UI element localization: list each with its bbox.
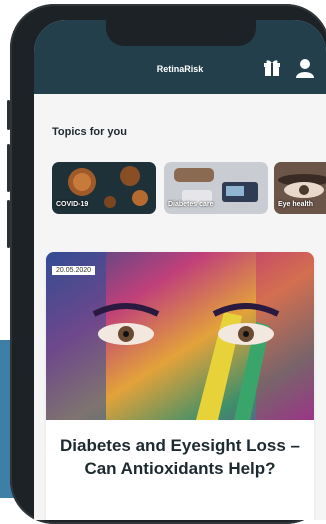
phone-side-button xyxy=(7,144,10,192)
gift-icon[interactable] xyxy=(262,58,282,78)
article-card[interactable]: 20.05.2020 Diabetes and Eyesight Loss – … xyxy=(46,252,314,520)
topic-label: Eye health xyxy=(278,201,314,208)
article-title[interactable]: Diabetes and Eyesight Loss – Can Antioxi… xyxy=(56,434,304,480)
phone-side-button xyxy=(7,200,10,248)
topics-heading: Topics for you xyxy=(52,126,127,138)
topic-card-eye-health[interactable]: Eye health xyxy=(274,162,326,214)
phone-side-button xyxy=(7,100,10,130)
topic-card-diabetes[interactable]: Diabetes care xyxy=(164,162,268,214)
topic-label: Diabetes care xyxy=(168,201,214,208)
topic-label: COVID-19 xyxy=(56,201,89,208)
app-screen: RetinaRisk Topics for you COVID-19 Diabe… xyxy=(34,20,326,520)
topic-card-covid[interactable]: COVID-19 xyxy=(52,162,156,214)
app-title: RetinaRisk xyxy=(156,64,204,74)
phone-frame: RetinaRisk Topics for you COVID-19 Diabe… xyxy=(7,4,326,524)
user-icon[interactable] xyxy=(294,58,316,78)
phone-notch xyxy=(106,20,256,46)
article-date-badge: 20.05.2020 xyxy=(52,266,96,275)
article-image xyxy=(46,252,314,420)
